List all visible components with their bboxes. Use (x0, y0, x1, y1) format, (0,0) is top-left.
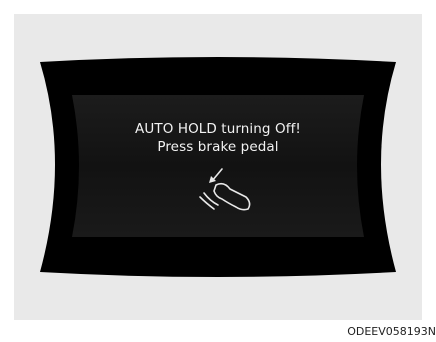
brake-pedal-icon (199, 168, 251, 211)
warning-message-line2: Press brake pedal (157, 139, 279, 155)
figure-code: ODEEV058193N (347, 325, 436, 338)
warning-message-line1: AUTO HOLD turning Off! (135, 121, 301, 137)
figure-frame: AUTO HOLD turning Off! Press brake pedal (14, 14, 422, 320)
